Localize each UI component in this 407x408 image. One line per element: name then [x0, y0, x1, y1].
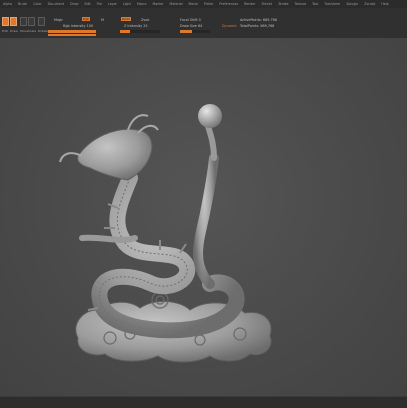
draw-size-slider[interactable] [180, 30, 210, 33]
dragon-head-icon [77, 128, 153, 181]
edit-button[interactable] [2, 17, 9, 26]
z-intensity-slider[interactable] [120, 30, 160, 33]
menu-item-transform[interactable]: Transform [321, 2, 343, 6]
menu-item-preferences[interactable]: Preferences [216, 2, 241, 6]
menu-item-help[interactable]: Help [378, 2, 391, 6]
menu-item-render[interactable]: Render [241, 2, 258, 6]
draw-label: Draw [10, 29, 18, 33]
menu-item-macro[interactable]: Macro [134, 2, 150, 6]
menu-item-zscript[interactable]: Zscript [361, 2, 378, 6]
menu-item-movie[interactable]: Movie [185, 2, 200, 6]
menu-item-document[interactable]: Document [45, 2, 68, 6]
edit-label: Edit [2, 29, 8, 33]
menu-item-zplugin[interactable]: Zplugin [343, 2, 361, 6]
menu-item-file[interactable]: File [94, 2, 105, 6]
rgb-intensity-field[interactable]: Rgb Intensity 100 [63, 24, 93, 28]
rgb-toggle[interactable]: Rgb [82, 17, 90, 21]
dragon-leg-icon [79, 234, 138, 243]
move-label: Move [20, 29, 29, 33]
dragon-tail-icon [193, 153, 219, 289]
menu-item-edit[interactable]: Edit [81, 2, 93, 6]
focal-shift-field[interactable]: Focal Shift 0 [180, 18, 201, 22]
menu-item-material[interactable]: Material [167, 2, 186, 6]
draw-size-field[interactable]: Draw Size 64 [180, 24, 202, 28]
m-toggle[interactable]: M [101, 18, 104, 22]
dynamic-toggle[interactable]: Dynamic [222, 24, 237, 28]
menu-item-draw[interactable]: Draw [67, 2, 81, 6]
toolbar-accent-line [48, 34, 96, 36]
menu-item-stencil[interactable]: Stencil [259, 2, 276, 6]
menu-item-picker[interactable]: Picker [201, 2, 217, 6]
scale-label: Scale [28, 29, 37, 33]
scale-button[interactable] [28, 17, 35, 26]
menu-item-brush[interactable]: Brush [15, 2, 30, 6]
rotate-label: Rotate [38, 29, 48, 33]
mrgb-toggle[interactable]: Mrgb [54, 18, 63, 22]
z-intensity-field[interactable]: Z Intensity 25 [124, 24, 148, 28]
rgb-intensity-slider[interactable] [48, 30, 96, 33]
menu-item-light[interactable]: Light [120, 2, 134, 6]
menu-item-tool[interactable]: Tool [309, 2, 321, 6]
pearl-orb-icon [198, 104, 222, 128]
zsub-toggle[interactable]: Zsub [141, 18, 149, 22]
dragon-claw-leg-icon [205, 123, 217, 161]
active-points-readout: ActivePoints: 689,768 [240, 18, 277, 22]
zadd-toggle[interactable]: Zadd [121, 17, 131, 21]
menu-item-texture[interactable]: Texture [291, 2, 309, 6]
rotate-button[interactable] [38, 17, 45, 26]
menu-item-stroke[interactable]: Stroke [275, 2, 291, 6]
move-button[interactable] [20, 17, 27, 26]
menu-item-layer[interactable]: Layer [105, 2, 120, 6]
bottom-bar [0, 396, 407, 408]
dragon-sculpture-icon[interactable] [0, 38, 407, 396]
menu-item-marker[interactable]: Marker [150, 2, 167, 6]
draw-button[interactable] [10, 17, 17, 26]
menu-item-color[interactable]: Color [30, 2, 44, 6]
total-points-readout: TotalPoints: 689,768 [240, 24, 275, 28]
menu-item-alpha[interactable]: Alpha [0, 2, 15, 6]
menu-bar: Alpha Brush Color Document Draw Edit File Layer… [0, 0, 407, 8]
